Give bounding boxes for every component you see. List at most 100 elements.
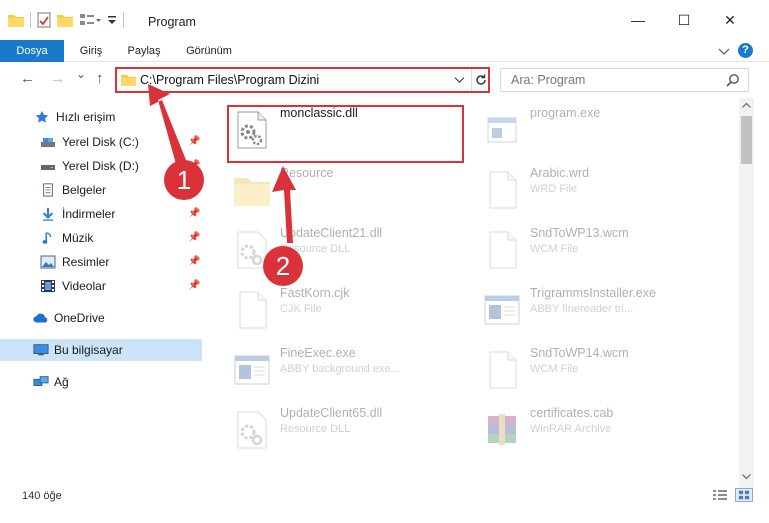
- tab-share[interactable]: Paylaş: [118, 40, 170, 62]
- sidebar-item-documents[interactable]: Belgeler 📌: [0, 179, 202, 201]
- file-icon: [489, 351, 517, 389]
- file-type: WCM File: [530, 363, 579, 375]
- maximize-button[interactable]: ☐: [661, 0, 707, 40]
- pin-icon: 📌: [188, 160, 201, 171]
- sidebar-item-network[interactable]: Ağ: [0, 371, 202, 393]
- file-name: SndToWP14.wcm: [530, 346, 629, 360]
- file-name: FastKorn.cjk: [280, 286, 350, 300]
- separator: [123, 12, 124, 28]
- sidebar-item-label: Ağ: [54, 375, 69, 389]
- window-title: Program: [148, 15, 196, 29]
- search-icon[interactable]: [726, 73, 740, 87]
- sidebar-item-local-disk-d[interactable]: Yerel Disk (D:) 📌: [0, 155, 202, 177]
- close-button[interactable]: ✕: [707, 0, 753, 40]
- scrollbar-thumb[interactable]: [741, 116, 752, 164]
- up-button[interactable]: ↑: [96, 70, 104, 87]
- sidebar-item-pictures[interactable]: Resimler 📌: [0, 251, 202, 273]
- tiles-view-icon[interactable]: [735, 488, 753, 502]
- file-name: FineExec.exe: [280, 346, 356, 360]
- maximize-icon: ☐: [677, 11, 691, 28]
- recent-locations-button[interactable]: ⌄: [76, 67, 86, 81]
- back-button[interactable]: ←: [20, 70, 35, 87]
- file-type: CJK File: [280, 303, 322, 315]
- vertical-scrollbar[interactable]: [739, 98, 754, 488]
- scroll-up-icon[interactable]: [742, 102, 751, 108]
- file-type: Resource DLL: [280, 423, 351, 435]
- refresh-button[interactable]: [471, 69, 489, 91]
- tab-file[interactable]: Dosya: [0, 40, 64, 62]
- details-view-icon[interactable]: [711, 488, 729, 502]
- view-options-icon[interactable]: [79, 13, 101, 27]
- pictures-icon: [40, 255, 56, 269]
- sidebar-item-label: Resimler: [62, 255, 110, 269]
- winrar-icon: [488, 414, 516, 445]
- dll-icon: [237, 411, 267, 449]
- tab-home[interactable]: Giriş: [66, 40, 116, 62]
- quick-access-toolbar: [8, 12, 124, 28]
- navigation-pane: Hızlı erişim Yerel Disk (C:) 📌 Yerel Dis…: [0, 100, 205, 490]
- sidebar-item-this-pc[interactable]: Bu bilgisayar: [0, 339, 202, 361]
- file-item[interactable]: SndToWP14.wcm WCM File: [460, 342, 695, 398]
- search-box[interactable]: Ara: Program: [500, 68, 749, 92]
- file-item[interactable]: TrigrammsInstaller.exe ABBY finereader t…: [460, 282, 695, 338]
- music-icon: [42, 232, 52, 244]
- separator: [30, 12, 31, 28]
- chevron-down-icon[interactable]: [454, 75, 465, 84]
- properties-icon[interactable]: [37, 12, 51, 28]
- address-bar[interactable]: C:\Program Files\Program Dizini: [115, 67, 490, 93]
- pin-icon: 📌: [188, 184, 201, 195]
- file-name: Resource: [280, 166, 334, 180]
- file-item[interactable]: SndToWP13.wcm WCM File: [460, 222, 695, 278]
- file-item[interactable]: UpdateClient65.dll Resource DLL: [210, 402, 445, 458]
- search-input[interactable]: Ara: Program: [511, 73, 585, 87]
- refresh-icon: [475, 74, 486, 85]
- file-name: Arabic.wrd: [530, 166, 590, 180]
- file-type: ABBY finereader tri...: [530, 303, 634, 315]
- file-item[interactable]: Resource: [210, 162, 445, 218]
- pin-icon: 📌: [188, 232, 201, 243]
- status-bar: 140 öğe: [0, 488, 769, 523]
- address-path[interactable]: C:\Program Files\Program Dizini: [140, 73, 319, 87]
- pin-icon: 📌: [188, 256, 201, 267]
- file-name: TrigrammsInstaller.exe: [530, 286, 656, 300]
- tab-view[interactable]: Görünüm: [178, 40, 240, 62]
- file-item[interactable]: UpdateClient21.dll Resource DLL: [210, 222, 445, 278]
- new-folder-icon[interactable]: [57, 13, 73, 27]
- sidebar-item-label: Belgeler: [62, 183, 107, 197]
- title-bar: Program — ☐ ✕: [0, 0, 769, 40]
- forward-button[interactable]: →: [50, 70, 65, 87]
- drive-icon: [41, 165, 55, 170]
- file-item[interactable]: FastKorn.cjk CJK File: [210, 282, 445, 338]
- customize-toolbar-icon[interactable]: [107, 14, 117, 26]
- scroll-down-icon[interactable]: [742, 474, 751, 480]
- file-icon: [489, 171, 517, 209]
- file-item[interactable]: Arabic.wrd WRD File: [460, 162, 695, 218]
- folder-icon: [8, 15, 24, 27]
- pin-icon: 📌: [188, 136, 201, 147]
- file-item[interactable]: certificates.cab WinRAR Archive: [460, 402, 695, 458]
- cloud-icon: [33, 313, 48, 323]
- sidebar-item-videos[interactable]: Videolar 📌: [0, 275, 202, 297]
- downloads-icon: [42, 207, 54, 221]
- chevron-down-icon[interactable]: [718, 46, 730, 56]
- help-icon[interactable]: ?: [738, 43, 753, 58]
- pin-icon: 📌: [188, 280, 201, 291]
- file-type: WRD File: [530, 183, 578, 195]
- network-icon: [33, 376, 49, 386]
- minimize-button[interactable]: —: [615, 0, 661, 40]
- sidebar-item-onedrive[interactable]: OneDrive: [0, 307, 202, 329]
- file-item[interactable]: program.exe: [460, 102, 695, 158]
- file-name: UpdateClient65.dll: [280, 406, 383, 420]
- sidebar-item-label: Bu bilgisayar: [54, 343, 123, 357]
- sidebar-item-local-disk-c[interactable]: Yerel Disk (C:) 📌: [0, 131, 202, 153]
- sidebar-item-downloads[interactable]: İndirmeler 📌: [0, 203, 202, 225]
- file-item[interactable]: FineExec.exe ABBY background exe...: [210, 342, 445, 398]
- close-icon: ✕: [724, 11, 736, 28]
- app-window-icon: [234, 355, 270, 385]
- folder-icon: [121, 74, 136, 86]
- file-name: certificates.cab: [530, 406, 614, 420]
- sidebar-item-quick-access[interactable]: Hızlı erişim: [0, 106, 202, 128]
- sidebar-item-music[interactable]: Müzik 📌: [0, 227, 202, 249]
- exe-icon: [487, 117, 517, 143]
- sidebar-item-label: Hızlı erişim: [56, 110, 116, 124]
